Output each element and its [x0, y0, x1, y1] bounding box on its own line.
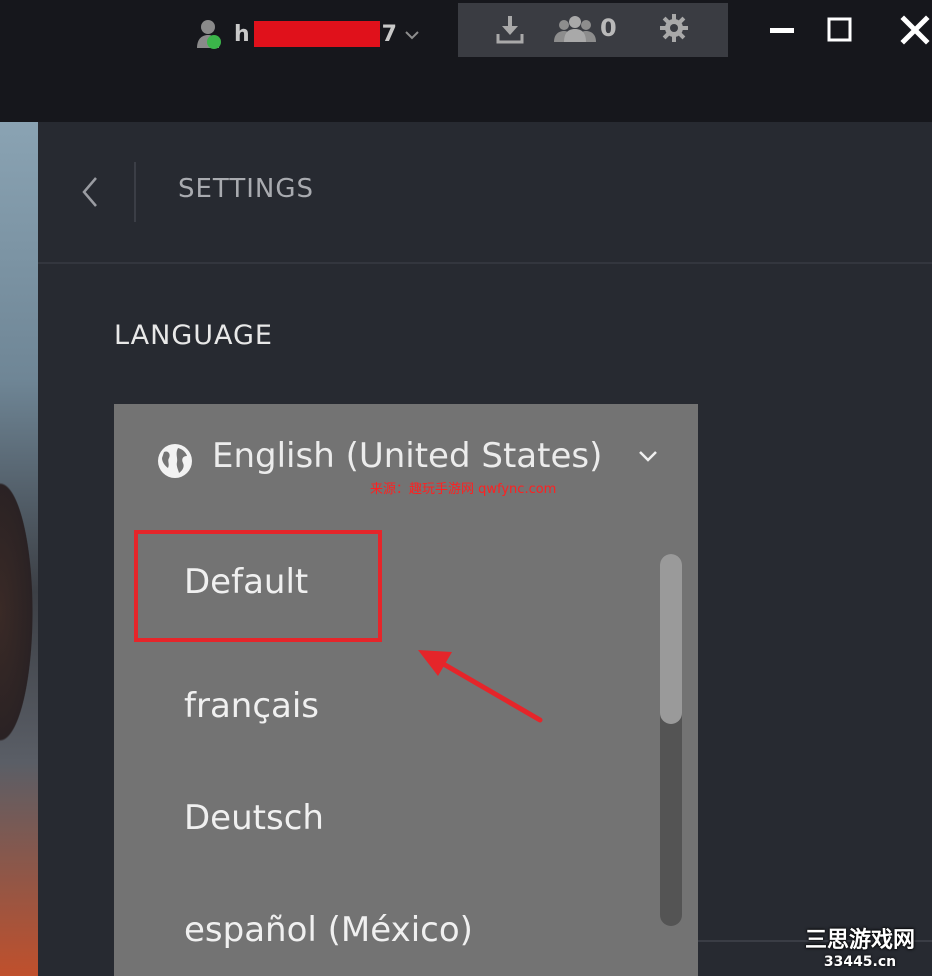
- header-divider: [134, 162, 136, 222]
- user-menu[interactable]: h 7: [196, 16, 419, 52]
- page-title: SETTINGS: [178, 174, 315, 204]
- site-watermark-name: 三思游戏网: [804, 928, 915, 953]
- language-select[interactable]: English (United States) 来源：趣玩手游网 qwfync.…: [114, 404, 698, 514]
- site-watermark-url: 33445.cn: [823, 954, 897, 970]
- section-title-language: LANGUAGE: [114, 320, 273, 351]
- username-redaction: [253, 21, 380, 47]
- source-watermark: 来源：趣玩手游网 qwfync.com: [370, 482, 557, 497]
- language-option-spanish-mexico[interactable]: español (México): [184, 910, 473, 950]
- background-artwork: [0, 122, 38, 976]
- selected-language: English (United States): [212, 436, 603, 476]
- close-icon[interactable]: [900, 14, 930, 52]
- avatar-icon: [196, 18, 224, 50]
- maximize-icon[interactable]: [826, 14, 854, 52]
- friends-count: 0: [600, 14, 617, 42]
- chevron-down-icon: [405, 25, 419, 44]
- globe-icon: [156, 442, 194, 480]
- language-option-french[interactable]: français: [184, 686, 319, 726]
- username: h 7: [234, 21, 397, 47]
- chevron-left-icon[interactable]: [78, 172, 102, 212]
- friends-icon[interactable]: [554, 14, 596, 48]
- artwork-figure: [0, 462, 38, 762]
- download-icon[interactable]: [496, 14, 524, 48]
- settings-header: SETTINGS: [38, 122, 932, 264]
- username-end: 7: [381, 21, 397, 47]
- gear-icon[interactable]: [660, 14, 688, 46]
- minimize-icon[interactable]: [768, 14, 796, 52]
- language-dropdown: English (United States) 来源：趣玩手游网 qwfync.…: [114, 404, 698, 976]
- title-bar: h 7 0: [0, 0, 932, 122]
- chevron-down-icon: [636, 448, 660, 468]
- language-option-german[interactable]: Deutsch: [184, 798, 324, 838]
- highlight-box: [134, 530, 382, 642]
- site-watermark: 三思游戏网 33445.cn: [790, 928, 930, 976]
- username-start: h: [234, 21, 250, 47]
- scrollbar-thumb[interactable]: [660, 554, 682, 724]
